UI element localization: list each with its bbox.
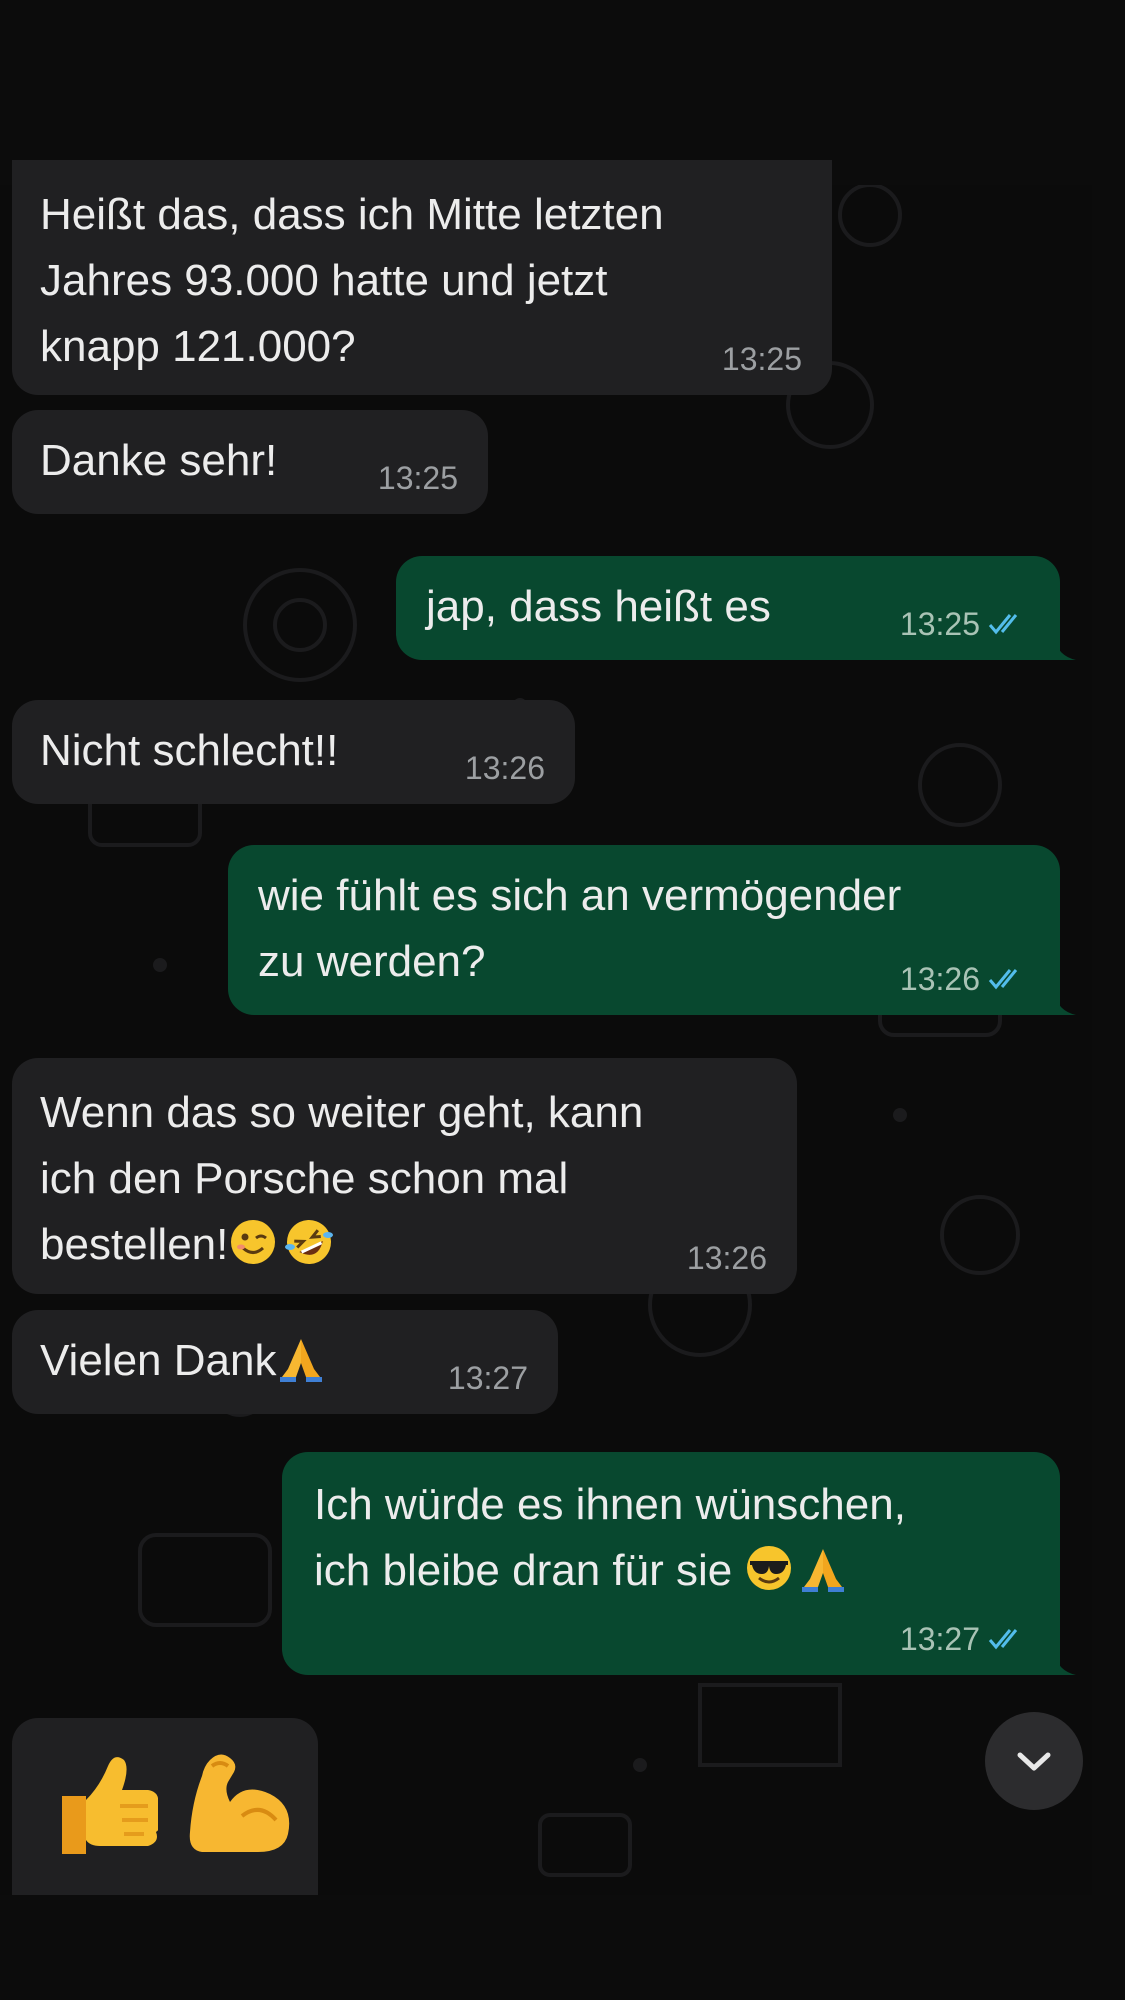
flexed-biceps-emoji-icon [189, 1754, 290, 1852]
message-time: 13:26 [686, 1240, 767, 1276]
chevron-down-icon [1017, 1752, 1051, 1771]
incoming-message[interactable]: Vielen Dank 13:27 [12, 1310, 558, 1414]
message-time: 13:27 [447, 1360, 528, 1396]
message-time: 13:25 [899, 606, 980, 642]
message-meta: 13:25 [378, 460, 458, 496]
message-text: Ich würde es ihnen wünschen, ich bleibe … [314, 1480, 906, 1595]
double-check-icon [988, 614, 1018, 635]
bubble-tail [1054, 1653, 1076, 1675]
scroll-to-bottom-button[interactable] [985, 1712, 1083, 1810]
outgoing-message[interactable]: Ich würde es ihnen wünschen, ich bleibe … [282, 1452, 1076, 1675]
incoming-emoji-message[interactable] [12, 1718, 318, 1895]
message-meta: 13:27 [448, 1360, 528, 1396]
folded-hands-emoji-icon [280, 1339, 323, 1382]
double-check-icon [988, 969, 1018, 990]
smiling-face-with-sunglasses-emoji-icon [747, 1546, 792, 1590]
message-time: 13:25 [721, 341, 802, 377]
rolling-on-floor-laughing-emoji-icon [285, 1220, 334, 1264]
incoming-message[interactable]: Nicht schlecht!! 13:26 [12, 700, 575, 804]
incoming-message[interactable]: Heißt das, dass ich Mitte letzten Jahres… [12, 160, 832, 395]
folded-hands-emoji-icon [802, 1549, 845, 1592]
message-meta: 13:26 [687, 1240, 767, 1276]
message-time: 13:25 [377, 460, 458, 496]
message-text: Wenn das so weiter geht, kann ich den Po… [40, 1080, 797, 1278]
message-time: 13:26 [899, 961, 980, 997]
message-meta: 13:26 [900, 961, 1026, 997]
thumbs-up-emoji-icon [62, 1757, 158, 1854]
message-meta: 13:25 [722, 341, 802, 377]
message-text: Heißt das, dass ich Mitte letzten Jahres… [40, 190, 664, 371]
winking-face-emoji-icon [231, 1220, 276, 1264]
message-meta: 13:27 [900, 1621, 1026, 1657]
incoming-message[interactable]: Danke sehr! 13:25 [12, 410, 488, 514]
bubble-tail [1054, 638, 1076, 660]
bubble-tail [1054, 993, 1076, 1015]
message-time: 13:27 [899, 1621, 980, 1657]
double-check-icon [988, 1629, 1018, 1650]
chat-screen: Heißt das, dass ich Mitte letzten Jahres… [0, 0, 1125, 2000]
outgoing-message[interactable]: wie fühlt es sich an vermögender zu werd… [228, 845, 1076, 1015]
message-meta: 13:26 [465, 750, 545, 786]
message-meta: 13:25 [900, 606, 1026, 642]
message-time: 13:26 [464, 750, 545, 786]
incoming-message[interactable]: Wenn das so weiter geht, kann ich den Po… [12, 1058, 797, 1294]
outgoing-message[interactable]: jap, dass heißt es 13:25 [396, 556, 1076, 660]
